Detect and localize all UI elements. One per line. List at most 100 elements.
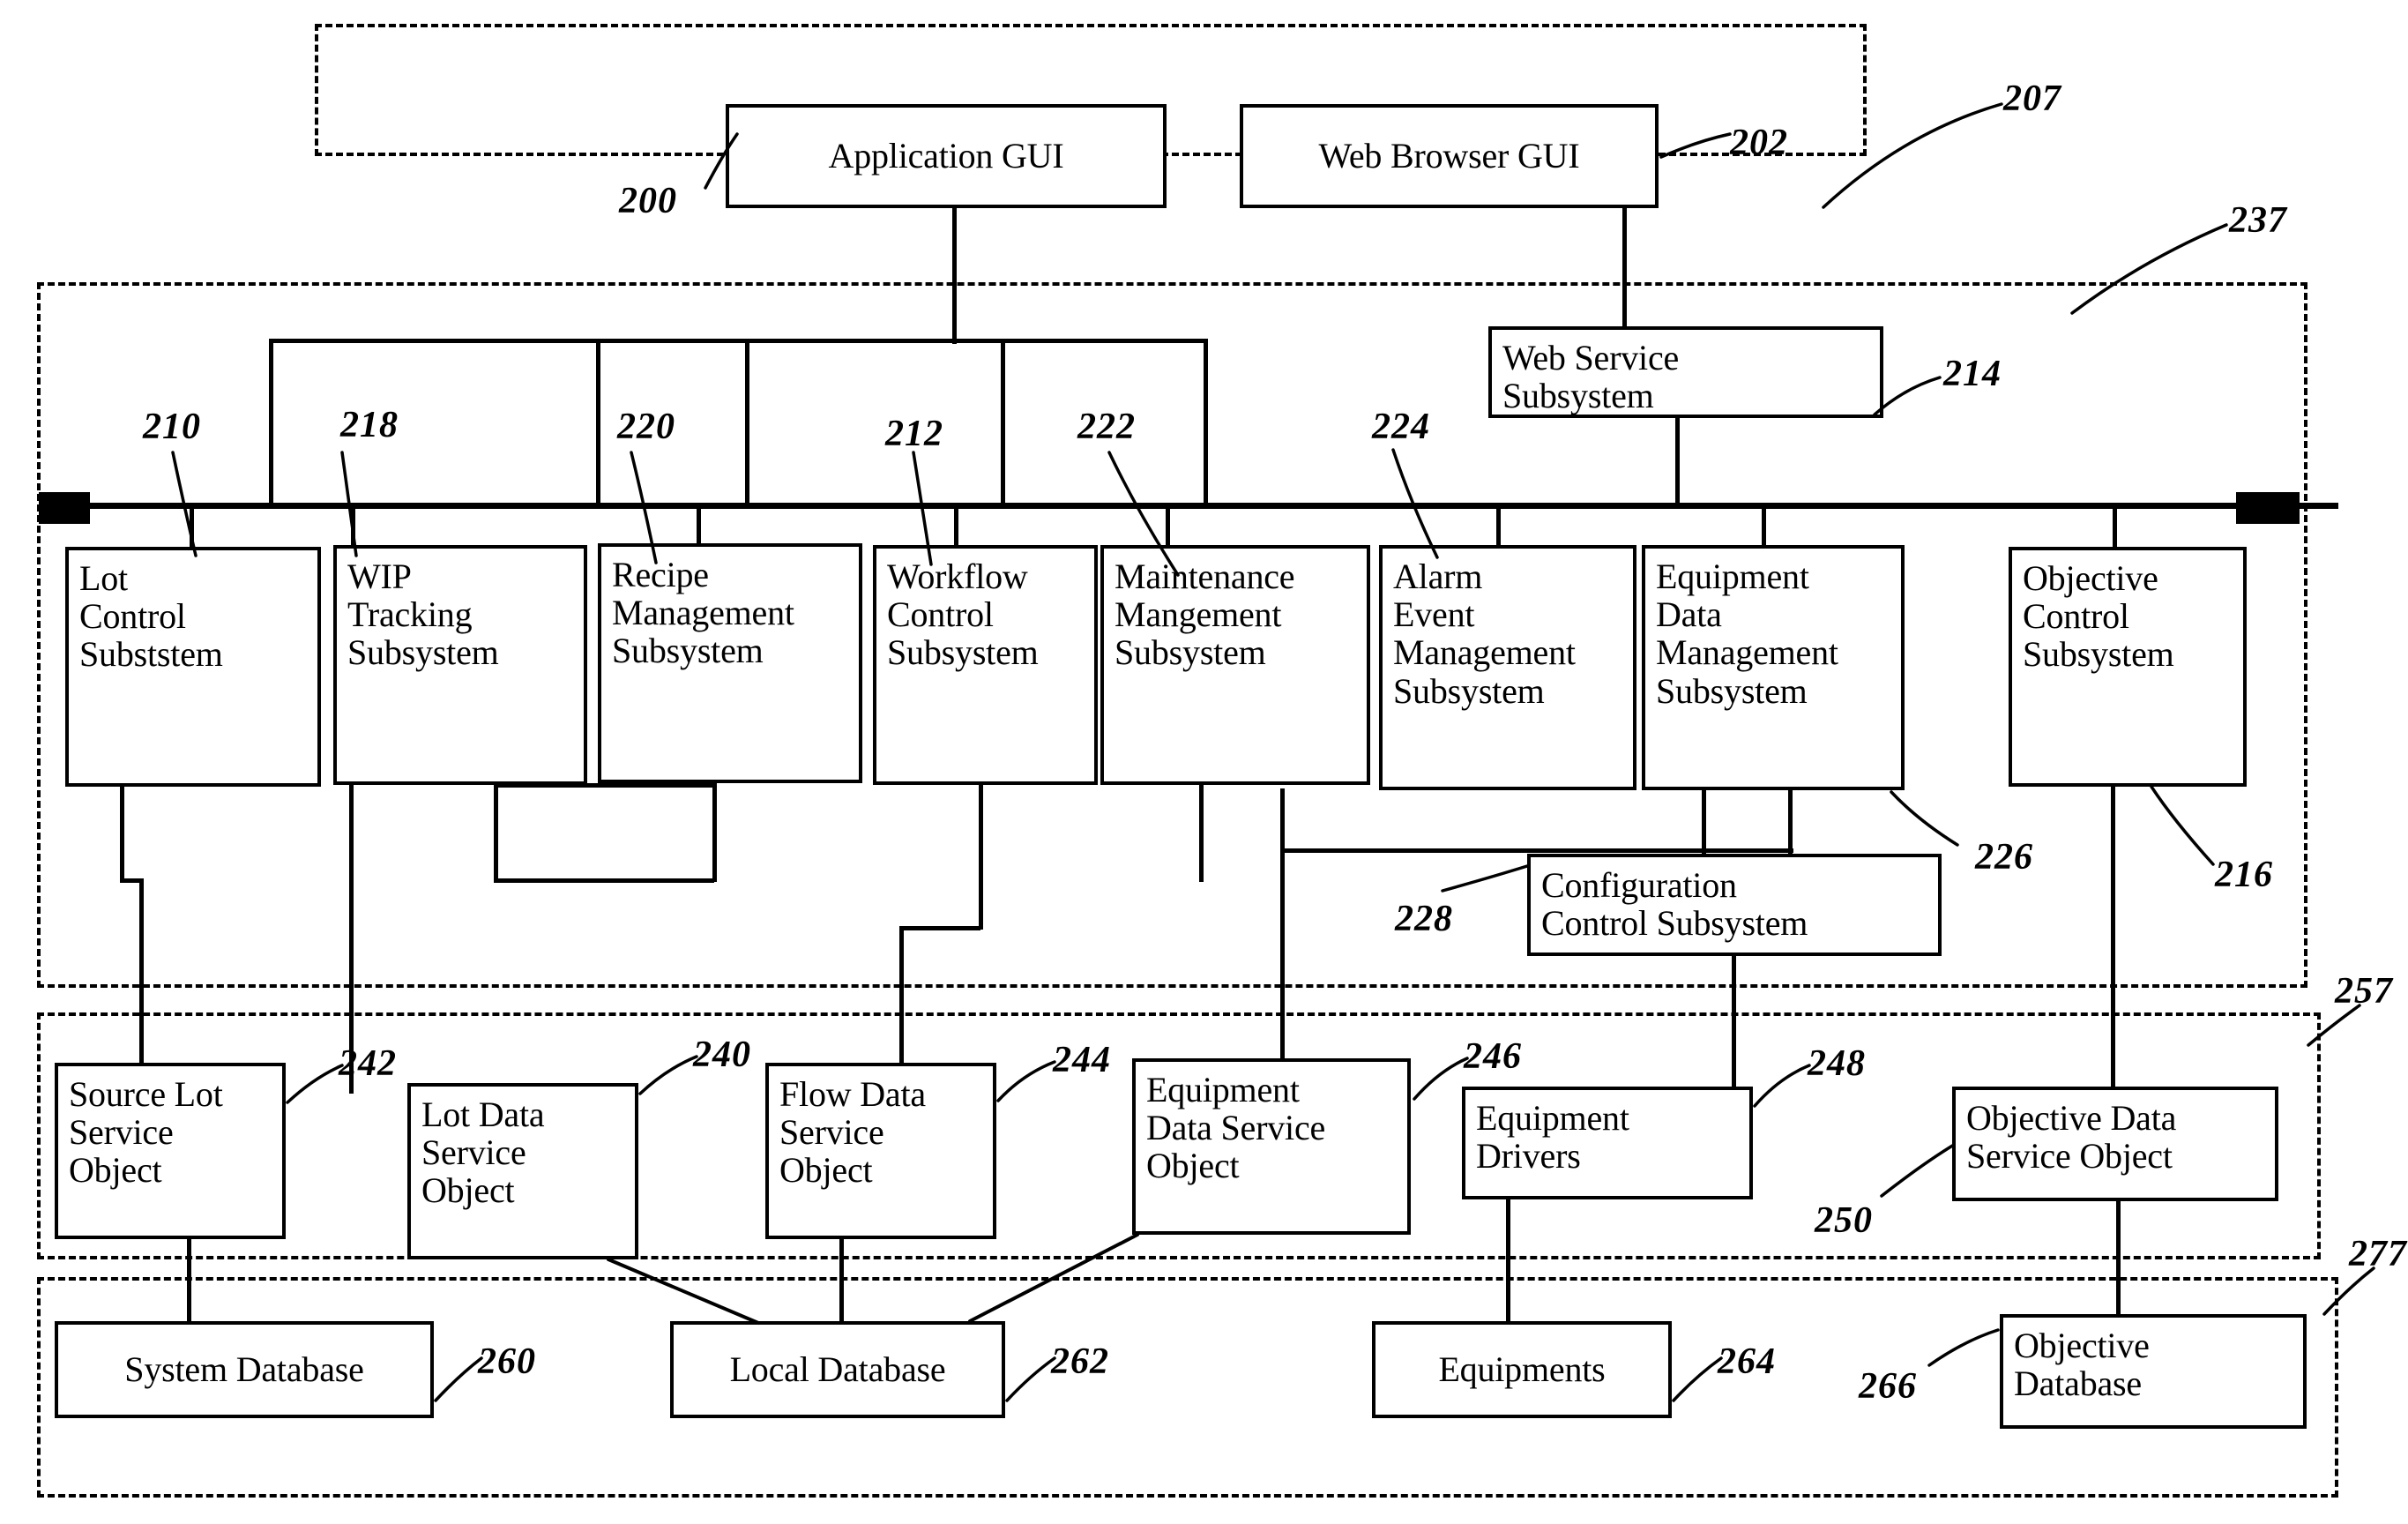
ref-277: 277 (2349, 1234, 2407, 1274)
connector-alarm-event-down (1280, 788, 1285, 1067)
subsystem-lot-control[interactable]: Lot Control Subststem (65, 547, 321, 787)
connector-workflow-control-down (979, 783, 983, 854)
connector-equipment-data-mgmt-down-left (1702, 788, 1706, 855)
ref-237: 237 (2229, 200, 2287, 241)
subsystem-wip-tracking-label: WIP Tracking Subsystem (347, 557, 499, 673)
connector-wip-rail-h2 (494, 878, 714, 883)
data-store-system-database[interactable]: System Database (55, 1321, 434, 1418)
connector-workflow-to-flow-data (899, 926, 904, 1067)
subsystem-equipment-data-management-label: Equipment Data Management Subsystem (1656, 557, 1838, 711)
equipment-drivers-label: Equipment Drivers (1476, 1098, 1629, 1177)
ref-246: 246 (1464, 1036, 1522, 1077)
connector-lot-control-to-source-lot (139, 878, 144, 1065)
ref-226: 226 (1975, 837, 2033, 878)
service-object-objective-data-label: Objective Data Service Object (1966, 1098, 2177, 1177)
ref-240: 240 (693, 1035, 751, 1075)
service-object-objective-data[interactable]: Objective Data Service Object (1952, 1087, 2278, 1201)
data-store-equipments-label: Equipments (1438, 1349, 1606, 1390)
data-store-objective-database[interactable]: Objective Database (2000, 1314, 2307, 1429)
service-object-flow-data-label: Flow Data Service Object (779, 1074, 926, 1191)
connector-web-service-to-bus (1675, 413, 1680, 506)
connector-maintenance-down (1199, 783, 1204, 882)
connector-config-control-rail (1280, 848, 1793, 853)
web-service-subsystem-label: Web Service Subsystem (1502, 338, 1680, 416)
connector-recipe-management-down (712, 783, 717, 882)
ref-216: 216 (2215, 855, 2273, 895)
service-object-lot-data-label: Lot Data Service Object (421, 1094, 545, 1211)
configuration-control-subsystem-box[interactable]: Configuration Control Subsystem (1527, 854, 1942, 956)
application-gui-box[interactable]: Application GUI (726, 104, 1167, 208)
ref-214: 214 (1943, 354, 2002, 394)
connector-equipment-drivers-to-equipments (1506, 1198, 1510, 1325)
connector-objective-control-down (2111, 785, 2115, 1088)
subsystem-lot-control-label: Lot Control Subststem (79, 558, 223, 675)
ref-250: 250 (1815, 1200, 1873, 1241)
ref-210: 210 (143, 407, 201, 447)
ref-220: 220 (617, 407, 675, 447)
ref-262: 262 (1051, 1341, 1109, 1382)
subsystem-alarm-event-management-label: Alarm Event Management Subsystem (1393, 557, 1576, 711)
connector-config-to-equipment-drivers (1732, 954, 1736, 1087)
connector-flow-data-to-local-db (839, 1237, 844, 1324)
data-store-local-database-label: Local Database (729, 1349, 946, 1390)
ref-228: 228 (1395, 899, 1453, 939)
data-store-system-database-label: System Database (124, 1349, 364, 1390)
connector-objective-data-to-objective-db (2116, 1199, 2121, 1316)
connector-rail-drop-3 (745, 339, 749, 504)
ref-266: 266 (1859, 1366, 1917, 1407)
ref-200: 200 (619, 181, 677, 221)
diagram-canvas: Application GUI Web Browser GUI Web Serv… (0, 0, 2408, 1524)
subsystem-recipe-management[interactable]: Recipe Management Subsystem (598, 543, 862, 783)
ref-212: 212 (885, 414, 943, 454)
connector-rail-drop-4 (1001, 339, 1005, 504)
ref-248: 248 (1808, 1043, 1866, 1084)
data-store-equipments[interactable]: Equipments (1372, 1321, 1672, 1418)
ref-264: 264 (1718, 1341, 1776, 1382)
ref-202: 202 (1730, 123, 1788, 163)
connector-rail-drop-1 (269, 339, 273, 504)
web-browser-gui-box[interactable]: Web Browser GUI (1240, 104, 1659, 208)
connector-rail-drop-2 (596, 339, 600, 504)
subsystem-maintenance-management-label: Maintenance Mangement Subsystem (1115, 557, 1295, 673)
subsystem-wip-tracking[interactable]: WIP Tracking Subsystem (333, 545, 587, 785)
subsystem-alarm-event-management[interactable]: Alarm Event Management Subsystem (1379, 545, 1636, 790)
ref-260: 260 (478, 1341, 536, 1382)
connector-gui-distribution-rail (269, 339, 1204, 343)
subsystem-objective-control-label: Objective Control Subsystem (2023, 558, 2174, 675)
service-object-equipment-data-label: Equipment Data Service Object (1146, 1070, 1326, 1186)
connector-lot-control-down (120, 785, 124, 880)
web-service-subsystem-box[interactable]: Web Service Subsystem (1488, 326, 1883, 418)
configuration-control-subsystem-label: Configuration Control Subsystem (1541, 865, 1808, 944)
ref-218: 218 (340, 405, 399, 445)
system-bus-right-terminator (2236, 492, 2300, 524)
connector-source-lot-to-system-db (187, 1237, 191, 1324)
ref-207: 207 (2003, 78, 2061, 119)
subsystem-maintenance-management[interactable]: Maintenance Mangement Subsystem (1100, 545, 1370, 785)
system-bus-left-terminator (39, 492, 90, 524)
ref-222: 222 (1077, 407, 1136, 447)
ref-242: 242 (339, 1043, 397, 1084)
service-object-source-lot-label: Source Lot Service Object (69, 1074, 223, 1191)
service-object-equipment-data[interactable]: Equipment Data Service Object (1132, 1058, 1411, 1235)
ref-244: 244 (1053, 1040, 1111, 1080)
connector-wip-rail-drop-a (494, 783, 498, 882)
connector-equipment-data-mgmt-down-right (1788, 788, 1793, 855)
ref-257: 257 (2335, 971, 2393, 1012)
service-object-lot-data[interactable]: Lot Data Service Object (407, 1083, 638, 1259)
subsystem-recipe-management-label: Recipe Management Subsystem (612, 555, 794, 671)
subsystem-workflow-control[interactable]: Workflow Control Subsystem (873, 545, 1098, 785)
data-store-local-database[interactable]: Local Database (670, 1321, 1005, 1418)
application-gui-label: Application GUI (828, 136, 1064, 176)
service-object-flow-data[interactable]: Flow Data Service Object (765, 1063, 996, 1239)
connector-workflow-jog-h (899, 926, 980, 930)
subsystem-equipment-data-management[interactable]: Equipment Data Management Subsystem (1642, 545, 1905, 790)
web-browser-gui-label: Web Browser GUI (1318, 136, 1580, 176)
ref-224: 224 (1372, 407, 1430, 447)
equipment-drivers-box[interactable]: Equipment Drivers (1462, 1087, 1753, 1199)
connector-lot-control-jog (120, 878, 141, 883)
service-object-source-lot[interactable]: Source Lot Service Object (55, 1063, 286, 1239)
connector-workflow-jog-v (979, 852, 983, 930)
subsystem-workflow-control-label: Workflow Control Subsystem (887, 557, 1039, 673)
subsystem-objective-control[interactable]: Objective Control Subsystem (2009, 547, 2247, 787)
connector-rail-drop-5 (1204, 339, 1208, 504)
